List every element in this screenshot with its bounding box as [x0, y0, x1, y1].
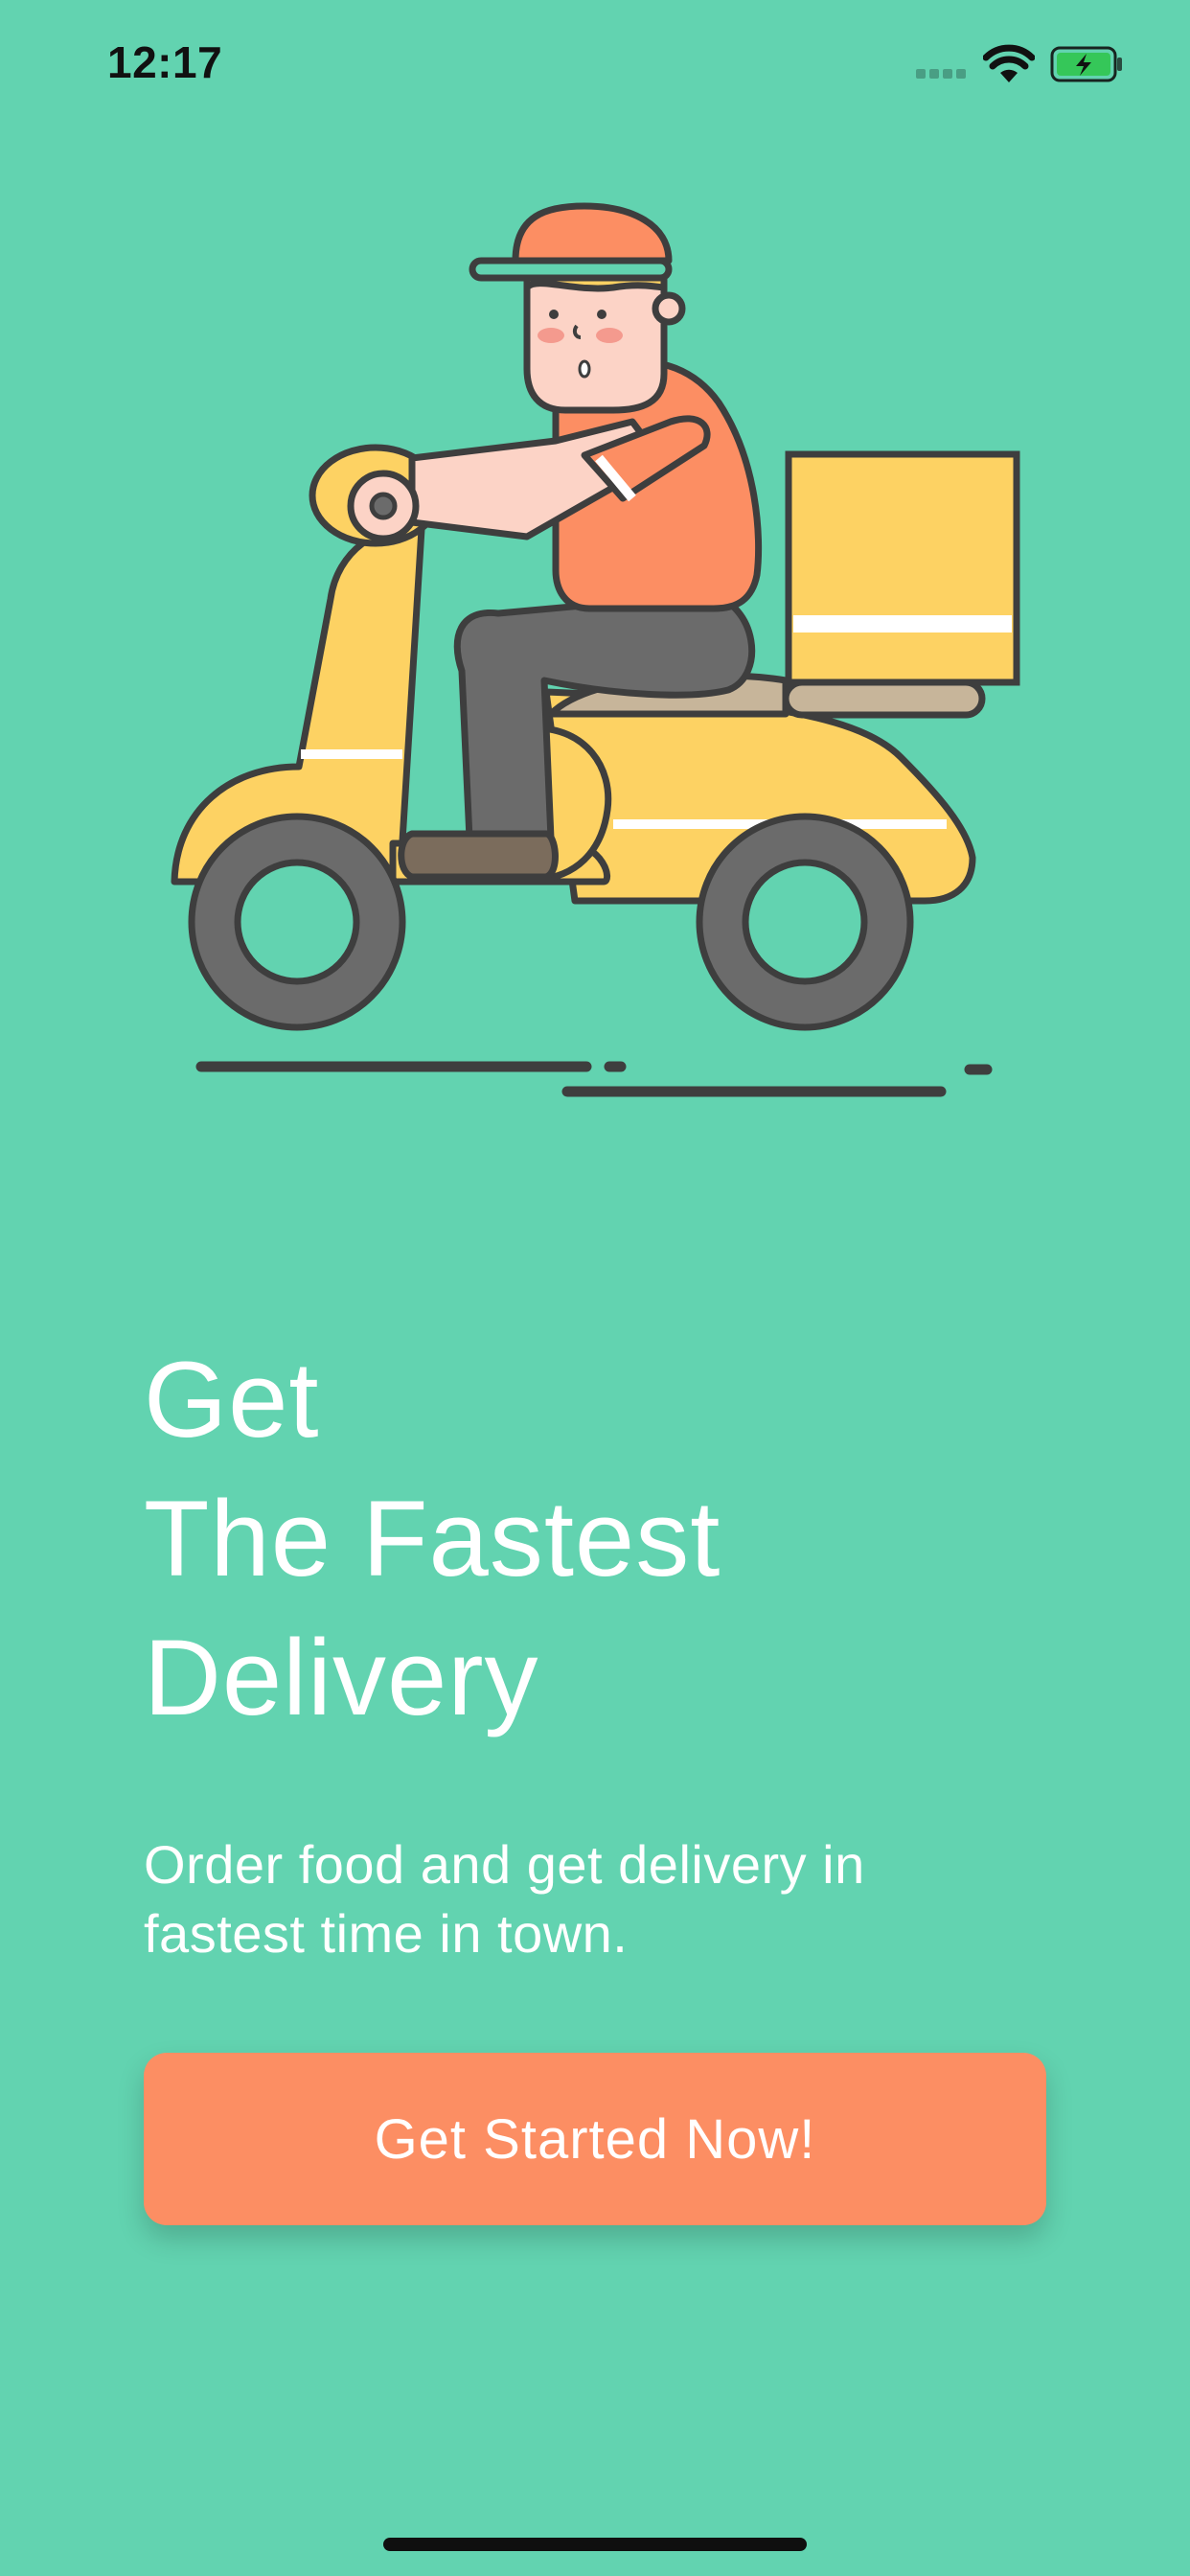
subtitle-line-2: fastest time in town.: [144, 1903, 629, 1964]
wifi-icon: [983, 44, 1035, 82]
headline-line-2: The Fastest: [144, 1479, 721, 1598]
rider-cap: [469, 202, 673, 282]
headline-line-1: Get: [144, 1340, 320, 1460]
status-time: 12:17: [107, 37, 223, 87]
rear-wheel: [696, 813, 914, 1031]
subtitle-line-1: Order food and get delivery in: [144, 1834, 865, 1895]
subtitle: Order food and get delivery in fastest t…: [144, 1830, 1044, 1968]
cellular-signal-icon: [916, 67, 970, 80]
front-wheel: [188, 813, 406, 1031]
battery-charging-icon: [1050, 46, 1122, 82]
delivery-box: [785, 450, 1020, 686]
get-started-button[interactable]: Get Started Now!: [144, 2053, 1046, 2225]
speed-lines: [195, 1061, 993, 1097]
status-bar: 12:17: [0, 0, 1190, 126]
delivery-scooter-illustration: [171, 202, 1020, 1097]
home-indicator[interactable]: [383, 2538, 807, 2551]
headline-line-3: Delivery: [144, 1618, 539, 1737]
headline: Get The Fastest Delivery: [144, 1330, 1054, 1747]
